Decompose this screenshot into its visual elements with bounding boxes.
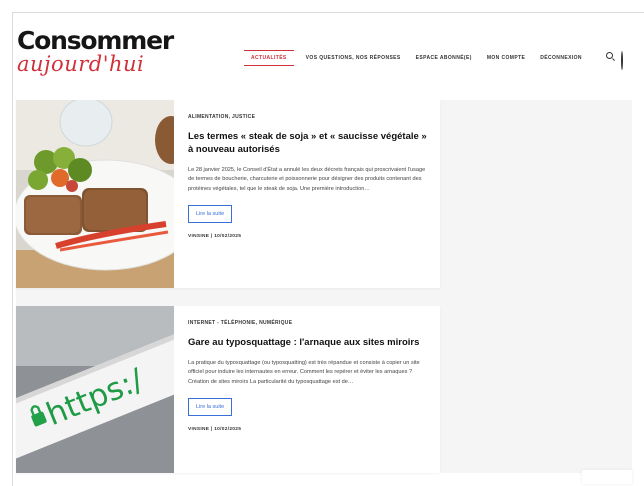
- header-icons: [606, 51, 630, 70]
- article-category[interactable]: Alimentation, Justice: [188, 114, 428, 120]
- article-card: Alimentation, Justice Les termes « steak…: [16, 100, 440, 288]
- https-lock-image: https:/: [16, 306, 174, 473]
- article-body: Alimentation, Justice Les termes « steak…: [188, 114, 428, 239]
- article-thumbnail[interactable]: https:/: [16, 306, 174, 473]
- article-excerpt: La pratique du typosquattage (ou typosqu…: [188, 360, 420, 385]
- article-category[interactable]: Internet - Téléphonie, Numérique: [188, 320, 428, 326]
- account-icon[interactable]: [621, 51, 630, 70]
- nav-item-espace-abonne[interactable]: Espace abonné(e): [413, 52, 475, 64]
- logo-wordmark-bottom: aujourd'hui: [17, 52, 145, 76]
- article-meta: VINSINE | 10/02/2025: [188, 426, 242, 432]
- nav-item-deconnexion[interactable]: Déconnexion: [537, 52, 585, 64]
- nav-item-questions[interactable]: Vos questions, nos réponses: [303, 52, 404, 64]
- article-body: Internet - Téléphonie, Numérique Gare au…: [188, 320, 428, 432]
- nav-item-actualites[interactable]: Actualités: [244, 50, 294, 66]
- search-icon[interactable]: [606, 52, 615, 61]
- article-excerpt: Le 28 janvier 2025, le Conseil d'État a …: [188, 167, 426, 192]
- article-card: https:/ Internet - Téléphonie, Numérique…: [16, 306, 440, 473]
- article-title[interactable]: Gare au typosquattage : l'arnaque aux si…: [188, 336, 428, 349]
- read-more-button[interactable]: Lire la suite: [188, 397, 233, 416]
- article-meta: VINSINE | 10/02/2025: [188, 233, 242, 239]
- read-more-button[interactable]: Lire la suite: [188, 204, 233, 223]
- veggie-steak-plate-image: [16, 100, 174, 288]
- floating-widget-tab[interactable]: [582, 470, 632, 484]
- nav-item-mon-compte[interactable]: Mon compte: [484, 52, 528, 64]
- article-title[interactable]: Les termes « steak de soja » et « saucis…: [188, 130, 428, 156]
- logo-wordmark-top: Consommer: [17, 26, 174, 55]
- article-thumbnail[interactable]: [16, 100, 174, 288]
- site-logo[interactable]: Consommer aujourd'hui: [17, 26, 174, 76]
- main-navigation: Actualités Vos questions, nos réponses E…: [244, 48, 594, 68]
